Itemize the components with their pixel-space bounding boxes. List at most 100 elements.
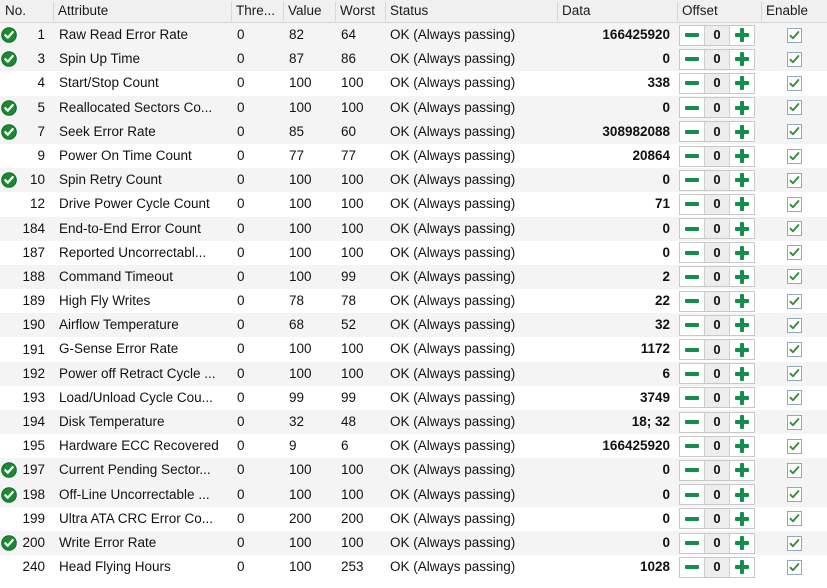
offset-decrement-button[interactable] — [680, 25, 704, 45]
table-row[interactable]: 5 Reallocated Sectors Co... 0 100 100 OK (Alw… — [0, 95, 827, 120]
offset-value[interactable]: 0 — [704, 122, 730, 142]
offset-value[interactable]: 0 — [704, 25, 730, 45]
table-row[interactable]: 190 Airflow Temperature 0 68 52 OK (Always pa… — [0, 313, 827, 338]
offset-decrement-button[interactable] — [680, 194, 704, 214]
offset-stepper[interactable]: 0 — [679, 121, 755, 143]
offset-increment-button[interactable] — [730, 557, 754, 577]
offset-decrement-button[interactable] — [680, 73, 704, 93]
enable-checkbox[interactable] — [786, 487, 802, 503]
enable-checkbox[interactable] — [786, 414, 802, 430]
table-row[interactable]: 194 Disk Temperature 0 32 48 OK (Always passi… — [0, 410, 827, 435]
column-header-status[interactable]: Status — [385, 0, 557, 23]
offset-value[interactable]: 0 — [704, 388, 730, 408]
table-row[interactable]: 191 G-Sense Error Rate 0 100 100 OK (Always p… — [0, 337, 827, 362]
offset-increment-button[interactable] — [730, 364, 754, 384]
table-row[interactable]: 200 Write Error Rate 0 100 100 OK (Always pas… — [0, 530, 827, 556]
offset-value[interactable]: 0 — [704, 509, 730, 529]
table-row[interactable]: 199 Ultra ATA CRC Error Co... 0 200 200 OK (A… — [0, 506, 827, 531]
offset-increment-button[interactable] — [730, 98, 754, 118]
offset-decrement-button[interactable] — [680, 267, 704, 287]
offset-increment-button[interactable] — [730, 388, 754, 408]
offset-decrement-button[interactable] — [680, 291, 704, 311]
table-row[interactable]: 198 Off-Line Uncorrectable ... 0 100 100 OK (… — [0, 482, 827, 507]
offset-decrement-button[interactable] — [680, 98, 704, 118]
offset-value[interactable]: 0 — [704, 98, 730, 118]
table-row[interactable]: 240 Head Flying Hours 0 100 253 OK (Always pa… — [0, 555, 827, 580]
offset-decrement-button[interactable] — [680, 533, 704, 553]
offset-value[interactable]: 0 — [704, 436, 730, 456]
offset-value[interactable]: 0 — [704, 49, 730, 69]
offset-decrement-button[interactable] — [680, 243, 704, 263]
offset-decrement-button[interactable] — [680, 49, 704, 69]
enable-checkbox[interactable] — [786, 559, 802, 575]
offset-value[interactable]: 0 — [704, 219, 730, 239]
offset-stepper[interactable]: 0 — [679, 72, 755, 94]
offset-decrement-button[interactable] — [680, 557, 704, 577]
offset-decrement-button[interactable] — [680, 460, 704, 480]
column-header-attr[interactable]: Attribute — [53, 0, 231, 23]
column-header-no[interactable]: No. — [0, 0, 53, 23]
offset-value[interactable]: 0 — [704, 533, 730, 553]
table-row[interactable]: 9 Power On Time Count 0 77 77 OK (Always pass… — [0, 143, 827, 169]
offset-stepper[interactable]: 0 — [679, 508, 755, 530]
offset-stepper[interactable]: 0 — [679, 218, 755, 240]
offset-decrement-button[interactable] — [680, 364, 704, 384]
enable-checkbox[interactable] — [786, 148, 802, 164]
table-row[interactable]: 1 Raw Read Error Rate 0 82 64 OK (Always pass… — [0, 23, 827, 48]
offset-decrement-button[interactable] — [680, 388, 704, 408]
enable-checkbox[interactable] — [786, 293, 802, 309]
offset-decrement-button[interactable] — [680, 122, 704, 142]
offset-decrement-button[interactable] — [680, 509, 704, 529]
table-row[interactable]: 193 Load/Unload Cycle Cou... 0 99 99 OK (Alwa… — [0, 385, 827, 410]
enable-checkbox[interactable] — [786, 51, 802, 67]
offset-value[interactable]: 0 — [704, 146, 730, 166]
offset-increment-button[interactable] — [730, 291, 754, 311]
table-row[interactable]: 188 Command Timeout 0 100 99 OK (Always passi… — [0, 264, 827, 290]
offset-increment-button[interactable] — [730, 243, 754, 263]
offset-increment-button[interactable] — [730, 219, 754, 239]
offset-value[interactable]: 0 — [704, 412, 730, 432]
enable-checkbox[interactable] — [786, 462, 802, 478]
offset-increment-button[interactable] — [730, 49, 754, 69]
enable-checkbox[interactable] — [786, 196, 802, 212]
offset-stepper[interactable]: 0 — [679, 24, 755, 46]
offset-increment-button[interactable] — [730, 73, 754, 93]
offset-stepper[interactable]: 0 — [679, 411, 755, 433]
table-row[interactable]: 4 Start/Stop Count 0 100 100 OK (Always passi… — [0, 71, 827, 96]
enable-checkbox[interactable] — [786, 535, 802, 551]
offset-stepper[interactable]: 0 — [679, 97, 755, 119]
offset-stepper[interactable]: 0 — [679, 193, 755, 215]
enable-checkbox[interactable] — [786, 390, 802, 406]
offset-stepper[interactable]: 0 — [679, 48, 755, 70]
offset-increment-button[interactable] — [730, 509, 754, 529]
offset-value[interactable]: 0 — [704, 460, 730, 480]
offset-stepper[interactable]: 0 — [679, 363, 755, 385]
offset-increment-button[interactable] — [730, 122, 754, 142]
offset-increment-button[interactable] — [730, 412, 754, 432]
enable-checkbox[interactable] — [786, 511, 802, 527]
offset-increment-button[interactable] — [730, 315, 754, 335]
column-header-enable[interactable]: Enable — [761, 0, 827, 23]
table-row[interactable]: 195 Hardware ECC Recovered 0 9 6 OK (Always p… — [0, 434, 827, 459]
column-header-value[interactable]: Value — [283, 0, 335, 23]
offset-stepper[interactable]: 0 — [679, 459, 755, 481]
offset-stepper[interactable]: 0 — [679, 532, 755, 554]
enable-checkbox[interactable] — [786, 172, 802, 188]
offset-increment-button[interactable] — [730, 436, 754, 456]
enable-checkbox[interactable] — [786, 366, 802, 382]
offset-increment-button[interactable] — [730, 267, 754, 287]
offset-value[interactable]: 0 — [704, 267, 730, 287]
offset-stepper[interactable]: 0 — [679, 145, 755, 167]
offset-increment-button[interactable] — [730, 194, 754, 214]
offset-decrement-button[interactable] — [680, 146, 704, 166]
offset-value[interactable]: 0 — [704, 364, 730, 384]
table-row[interactable]: 12 Drive Power Cycle Count 0 100 100 OK (Alwa… — [0, 192, 827, 217]
offset-stepper[interactable]: 0 — [679, 290, 755, 312]
offset-decrement-button[interactable] — [680, 315, 704, 335]
offset-value[interactable]: 0 — [704, 170, 730, 190]
offset-increment-button[interactable] — [730, 170, 754, 190]
offset-increment-button[interactable] — [730, 460, 754, 480]
offset-stepper[interactable]: 0 — [679, 387, 755, 409]
offset-increment-button[interactable] — [730, 146, 754, 166]
table-row[interactable]: 7 Seek Error Rate 0 85 60 OK (Always passing)… — [0, 119, 827, 144]
